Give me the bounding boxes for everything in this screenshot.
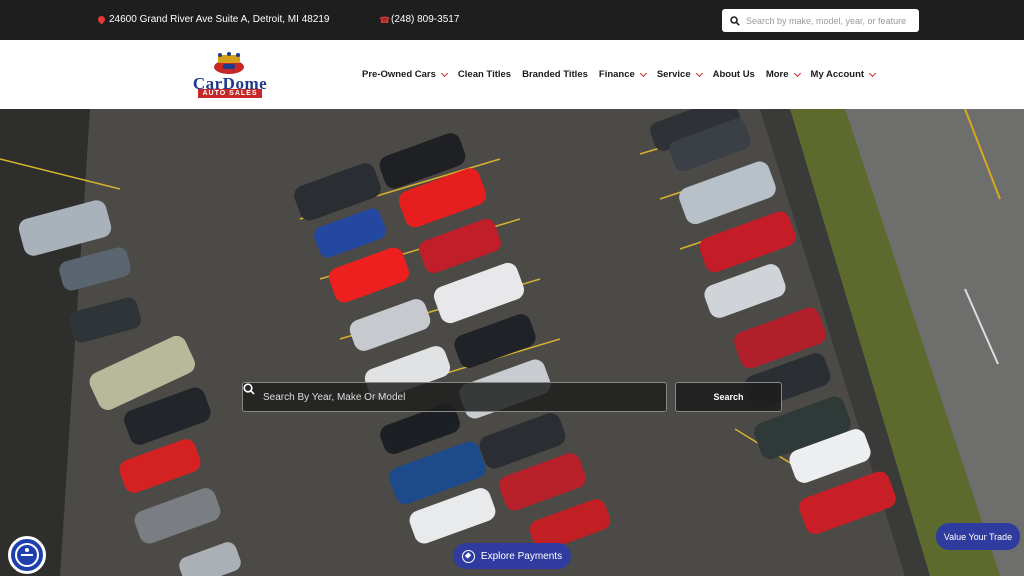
search-icon xyxy=(730,15,740,26)
explore-payments-label: Explore Payments xyxy=(480,550,563,562)
main-nav: CarDome AUTO SALES Pre-Owned Cars Clean … xyxy=(0,40,1024,109)
nav-item-finance[interactable]: Finance xyxy=(599,69,647,80)
accessibility-button[interactable] xyxy=(8,536,46,574)
nav-item-about-us[interactable]: About Us xyxy=(713,69,755,80)
value-trade-button[interactable]: Value Your Trade xyxy=(936,523,1020,550)
phone-icon: ☎ xyxy=(379,14,391,25)
address-text: 24600 Grand River Ave Suite A, Detroit, … xyxy=(109,14,330,25)
parking-lot-aerial-image xyxy=(0,109,1024,576)
explore-payments-button[interactable]: Explore Payments xyxy=(453,543,571,569)
address-info[interactable]: 24600 Grand River Ave Suite A, Detroit, … xyxy=(96,14,330,25)
chevron-down-icon xyxy=(868,69,877,77)
nav-item-more[interactable]: More xyxy=(766,69,801,80)
chevron-down-icon xyxy=(440,69,448,77)
chevron-down-icon xyxy=(639,69,647,77)
accessibility-icon xyxy=(15,543,39,567)
nav-item-service[interactable]: Service xyxy=(657,69,703,80)
phone-info[interactable]: ☎ (248) 809-3517 xyxy=(379,14,459,25)
top-bar: 24600 Grand River Ave Suite A, Detroit, … xyxy=(0,0,1024,40)
crown-icon xyxy=(214,52,244,74)
top-search-input[interactable] xyxy=(746,15,916,26)
phone-text: (248) 809-3517 xyxy=(391,14,460,25)
nav-item-clean-titles[interactable]: Clean Titles xyxy=(458,69,511,80)
top-search-box xyxy=(722,9,919,32)
hero-search-box xyxy=(242,382,667,412)
logo-subtitle: AUTO SALES xyxy=(198,89,262,98)
hero-search-button[interactable]: Search xyxy=(675,382,782,412)
nav-menu: Pre-Owned Cars Clean Titles Branded Titl… xyxy=(362,69,886,80)
nav-item-branded-titles[interactable]: Branded Titles xyxy=(522,69,588,80)
hero-banner: Search xyxy=(0,109,1024,576)
cardome-logo[interactable]: CarDome AUTO SALES xyxy=(182,52,278,98)
chevron-down-icon xyxy=(793,69,801,77)
hero-search-input[interactable] xyxy=(263,391,643,403)
compass-icon xyxy=(461,549,475,563)
search-icon xyxy=(243,383,255,395)
nav-item-my-account[interactable]: My Account xyxy=(811,69,877,80)
location-pin-icon xyxy=(96,14,107,25)
chevron-down-icon xyxy=(695,69,703,77)
nav-item-pre-owned-cars[interactable]: Pre-Owned Cars xyxy=(362,69,448,80)
